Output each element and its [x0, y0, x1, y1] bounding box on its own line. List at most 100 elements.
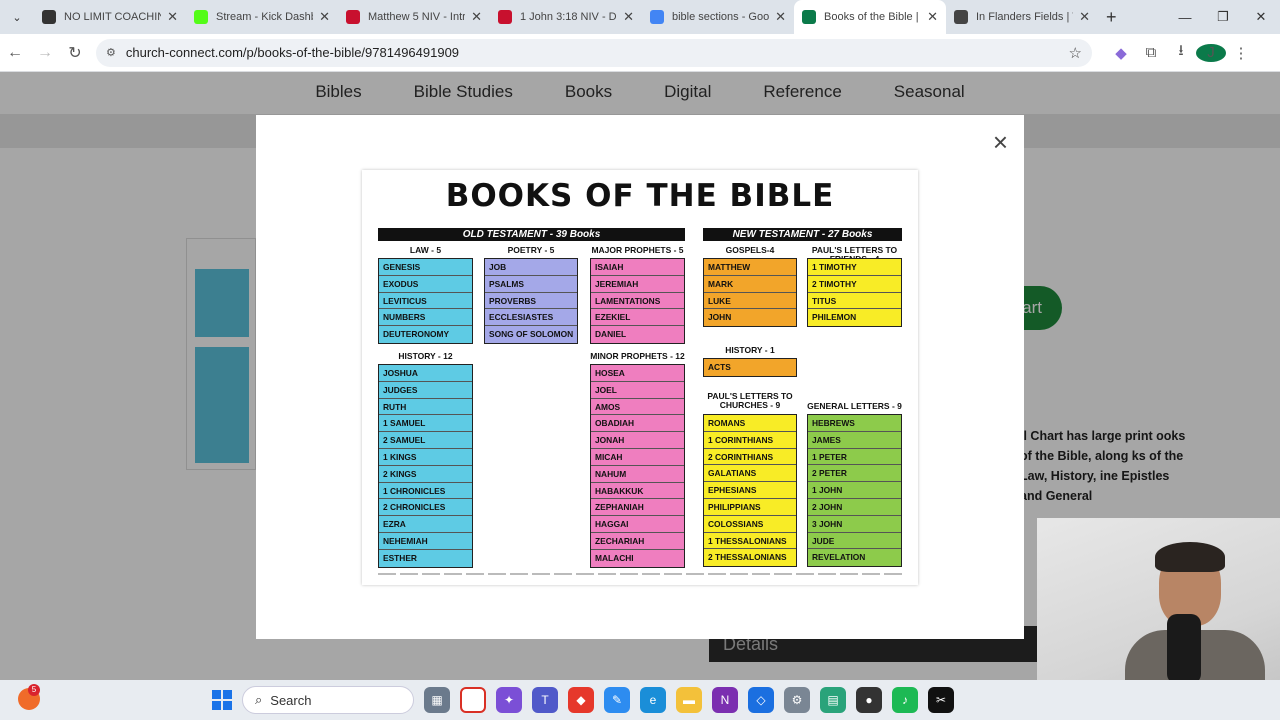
browser-tab[interactable]: In Flanders Fields | Th ✕: [946, 0, 1098, 34]
book-cell: GALATIANS: [704, 465, 796, 483]
book-cell: 1 TIMOTHY: [808, 259, 901, 276]
book-cell: 2 CORINTHIANS: [704, 449, 796, 466]
extensions-icon[interactable]: ⧉: [1136, 44, 1166, 61]
book-cell: AMOS: [591, 399, 684, 416]
tab-close-icon[interactable]: ✕: [775, 9, 786, 25]
group-label-minor: MINOR PROPHETS - 12: [590, 351, 685, 361]
tab-close-icon[interactable]: ✕: [1079, 9, 1090, 25]
book-cell: EXODUS: [379, 276, 472, 293]
book-cell: PHILEMON: [812, 312, 857, 323]
tab-close-icon[interactable]: ✕: [471, 9, 482, 25]
microphone: [1167, 614, 1201, 684]
copilot-app-icon[interactable]: ✦: [496, 687, 522, 713]
image-lightbox: × BOOKS OF THE BIBLE OLD TESTAMENT - 39 …: [256, 115, 1024, 639]
book-cell: LUKE: [704, 293, 796, 310]
book-list-friends: 1 TIMOTHY 2 TIMOTHY TITUS PHILEMON: [807, 258, 902, 328]
chart-fineprint: [378, 573, 902, 575]
browser-tab[interactable]: Books of the Bible | C ✕: [794, 0, 946, 34]
book-cell: EZRA: [379, 516, 472, 533]
book-cell: 1 SAMUEL: [379, 415, 472, 433]
book-cell: ECCLESIASTES: [485, 309, 577, 327]
tab-favicon-icon: [954, 10, 968, 24]
download-icon[interactable]: ⭳: [1166, 40, 1196, 65]
restore-icon[interactable]: ❐: [1204, 0, 1242, 34]
book-cell: OBADIAH: [591, 415, 684, 433]
settings-icon[interactable]: ⚙: [784, 687, 810, 713]
browser-tab[interactable]: Matthew 5 NIV - Intro ✕: [338, 0, 490, 34]
book-cell: JEREMIAH: [591, 276, 684, 293]
browser-tab[interactable]: 1 John 3:18 NIV - De ✕: [490, 0, 642, 34]
tab-favicon-icon: [498, 10, 512, 24]
taskbar-search-label: Search: [270, 692, 312, 708]
book-cell: LAMENTATIONS: [591, 293, 684, 310]
capcut-icon[interactable]: ✂: [928, 687, 954, 713]
edge-icon[interactable]: e: [640, 687, 666, 713]
book-cell: 2 THESSALONIANS: [708, 552, 787, 563]
browser-tab[interactable]: bible sections - Goog ✕: [642, 0, 794, 34]
book-cell: JOB: [485, 259, 577, 276]
minimize-icon[interactable]: —: [1166, 0, 1204, 34]
tab-close-icon[interactable]: ✕: [927, 9, 938, 25]
book-cell: REVELATION: [812, 552, 866, 563]
browser-tab[interactable]: Stream - Kick Dashboard ✕: [186, 0, 338, 34]
browser-toolbar: ← → ↻ ⚙ church-connect.com/p/books-of-th…: [0, 34, 1280, 72]
group-label-law: LAW - 5: [409, 245, 442, 255]
toolbar-icons: ◆ ⧉ ⭳ J ⋮: [1106, 40, 1256, 65]
taskbar-search[interactable]: ⌕ Search: [242, 686, 414, 714]
obs-icon[interactable]: ●: [856, 687, 882, 713]
dropbox-icon[interactable]: ◇: [748, 687, 774, 713]
onenote-icon[interactable]: N: [712, 687, 738, 713]
copilot-icon[interactable]: ◆: [1106, 44, 1136, 62]
profile-avatar[interactable]: J: [1196, 43, 1226, 62]
app-diamond-icon[interactable]: ◆: [568, 687, 594, 713]
url-text[interactable]: church-connect.com/p/books-of-the-bible/…: [126, 45, 1069, 60]
reload-icon[interactable]: ↻: [60, 43, 90, 63]
tab-search-menu-button[interactable]: ⌄: [0, 0, 34, 34]
file-explorer-icon[interactable]: ▬: [676, 687, 702, 713]
forward-icon[interactable]: →: [30, 44, 60, 62]
book-cell: JOSHUA: [379, 365, 472, 382]
book-list-minor: HOSEA JOEL AMOS OBADIAH JONAH MICAH NAHUM HABAK…: [590, 364, 685, 568]
presenter-hair: [1155, 542, 1225, 572]
book-list-gospels: MATTHEW MARK LUKE JOHN: [703, 258, 797, 328]
close-icon[interactable]: ×: [993, 129, 1008, 155]
book-list-general: HEBREWS JAMES 1 PETER 2 PETER 1 JOHN 2 JOHN 3 …: [807, 414, 902, 568]
site-info-icon[interactable]: ⚙: [106, 46, 116, 59]
new-tab-button[interactable]: +: [1106, 7, 1117, 28]
book-cell: ISAIAH: [591, 259, 684, 276]
bookmark-star-icon[interactable]: ☆: [1069, 44, 1082, 62]
browser-tab[interactable]: NO LIMIT COACHING ✕: [34, 0, 186, 34]
teams-icon[interactable]: T: [532, 687, 558, 713]
chrome-icon[interactable]: [460, 687, 486, 713]
group-label-history: HISTORY - 12: [398, 351, 453, 361]
notepad-icon[interactable]: ▤: [820, 687, 846, 713]
tab-list: NO LIMIT COACHING✕Stream - Kick Dashboar…: [34, 0, 1098, 34]
book-cell: TITUS: [808, 293, 901, 310]
chart-title: BOOKS OF THE BIBLE: [445, 178, 835, 214]
close-window-icon[interactable]: ✕: [1242, 0, 1280, 34]
back-icon[interactable]: ←: [0, 44, 30, 62]
group-label-poetry: POETRY - 5: [507, 245, 555, 255]
book-cell: JUDGES: [379, 382, 472, 399]
tab-close-icon[interactable]: ✕: [623, 9, 634, 25]
old-testament-band: OLD TESTAMENT - 39 Books: [378, 228, 685, 241]
tab-close-icon[interactable]: ✕: [319, 9, 330, 25]
start-icon[interactable]: [212, 690, 232, 710]
address-bar[interactable]: ⚙ church-connect.com/p/books-of-the-bibl…: [96, 38, 1092, 67]
book-cell: 1 THESSALONIANS: [704, 533, 796, 550]
book-cell: SONG OF SOLOMON: [489, 329, 574, 340]
book-cell: 1 CORINTHIANS: [704, 432, 796, 449]
tab-close-icon[interactable]: ✕: [167, 9, 178, 25]
windows-taskbar: 5 ⌕ Search ▦ ✦ T ◆ ✎ e ▬ N ◇ ⚙ ▤ ● ♪ ✂: [0, 680, 1280, 720]
menu-kebab-icon[interactable]: ⋮: [1226, 44, 1256, 62]
spotify-icon[interactable]: ♪: [892, 687, 918, 713]
book-cell: RUTH: [379, 399, 472, 416]
tab-favicon-icon: [194, 10, 208, 24]
app-tool-icon[interactable]: ✎: [604, 687, 630, 713]
book-cell: ZEPHANIAH: [591, 499, 684, 517]
task-view-icon[interactable]: ▦: [424, 687, 450, 713]
book-cell: MALACHI: [595, 552, 634, 563]
book-cell: COLOSSIANS: [704, 516, 796, 533]
book-cell: JONAH: [591, 432, 684, 449]
book-cell: 2 PETER: [808, 465, 901, 483]
